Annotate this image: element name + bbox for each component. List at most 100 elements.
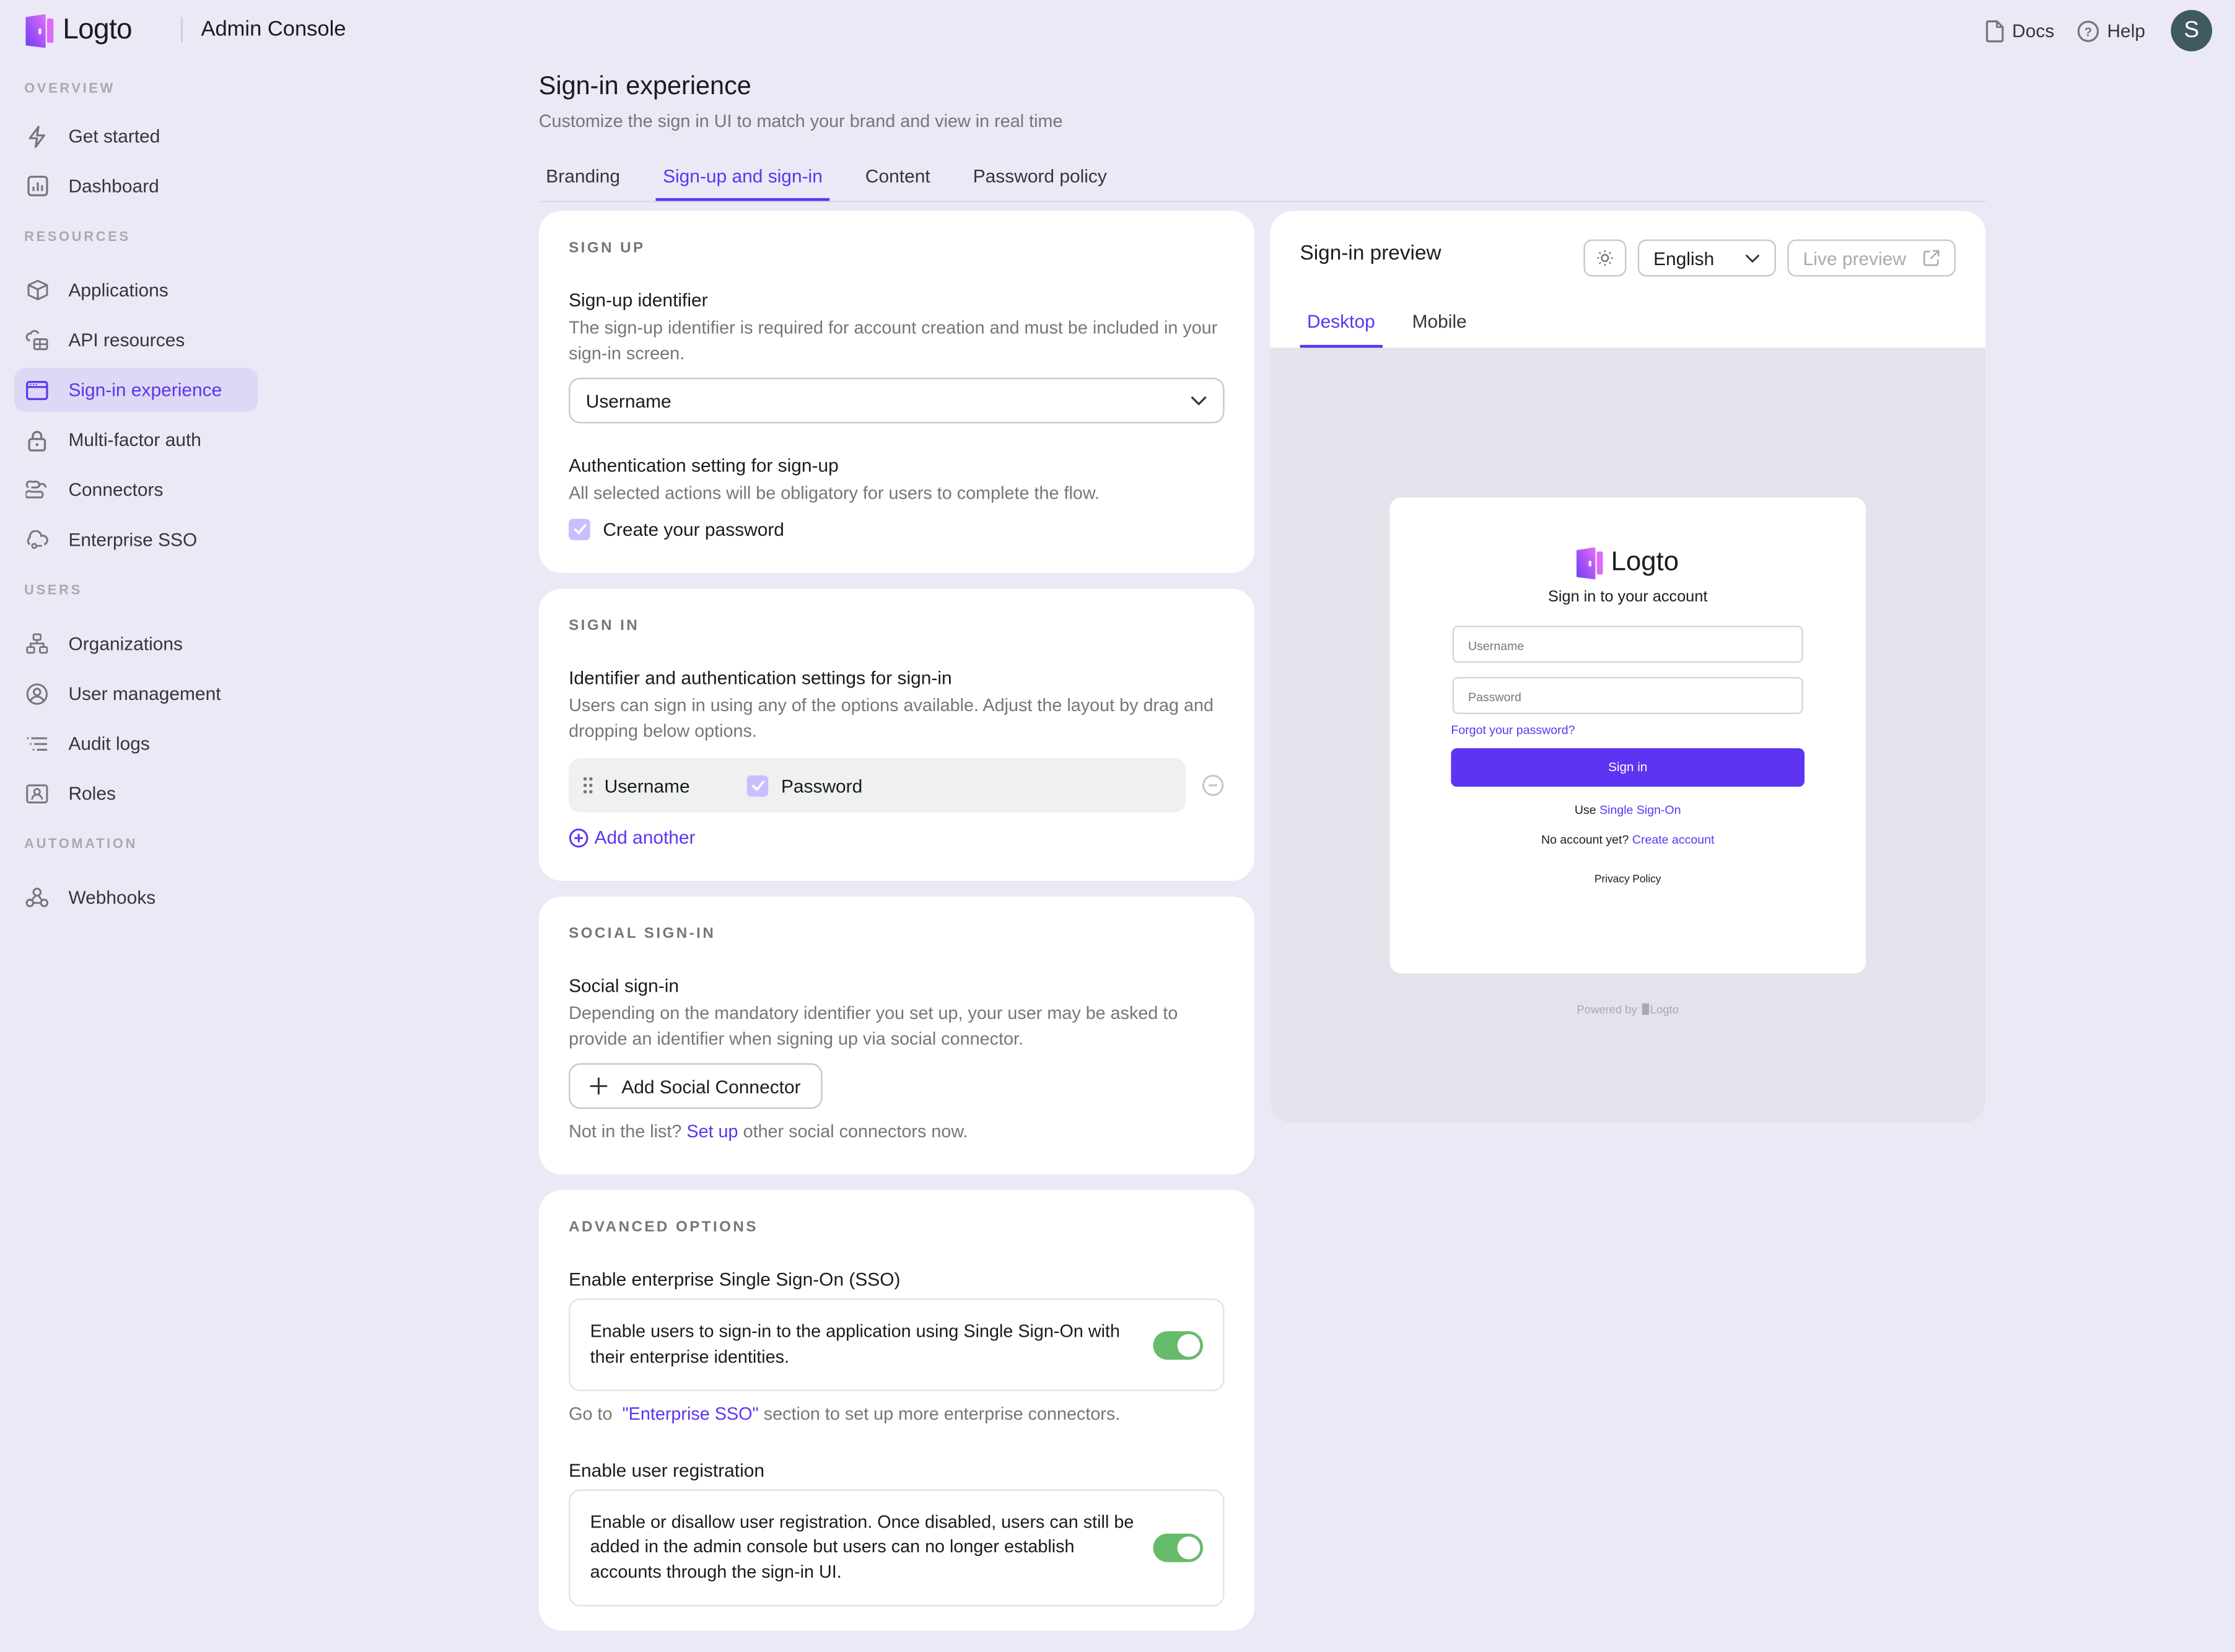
set-up-link[interactable]: Set up (686, 1122, 738, 1142)
sign-up-card: SIGN UP Sign-up identifier The sign-up i… (538, 211, 1254, 574)
sidebar-item-api-resources[interactable]: API resources (14, 318, 258, 362)
help-label: Help (2107, 20, 2146, 42)
user-circle-icon (25, 682, 48, 705)
preview-tab-mobile[interactable]: Mobile (1405, 311, 1474, 348)
sidebar-item-webhooks[interactable]: Webhooks (14, 875, 258, 919)
logo[interactable]: Logto (25, 13, 133, 49)
sidebar-item-enterprise-sso[interactable]: Enterprise SSO (14, 517, 258, 561)
sso-toggle[interactable] (1153, 1330, 1204, 1360)
plus-circle-icon (569, 828, 588, 847)
sign-in-heading: SIGN IN (569, 617, 640, 634)
preview-title: Sign-in preview (1300, 242, 1441, 265)
lock-icon (25, 428, 48, 451)
user-avatar[interactable]: S (2171, 10, 2213, 51)
sidebar-item-label: Audit logs (68, 732, 150, 754)
advanced-heading: ADVANCED OPTIONS (569, 1218, 758, 1236)
social-title: Social sign-in (569, 974, 680, 997)
page-header: Sign-in experience Customize the sign in… (538, 71, 1986, 203)
preview-privacy-policy-link[interactable]: Privacy Policy (1389, 872, 1866, 885)
sidebar-item-sign-in-experience[interactable]: Sign-in experience (14, 367, 258, 412)
sidebar-item-label: Get started (68, 125, 160, 147)
cloud-database-icon (25, 328, 48, 351)
sso-note-suffix: section to set up more enterprise connec… (763, 1404, 1121, 1424)
social-note: Not in the list? Set up other social con… (569, 1121, 1224, 1145)
id-badge-icon (25, 782, 48, 805)
sidebar-item-label: Webhooks (68, 886, 156, 908)
sidebar-item-multi-factor-auth[interactable]: Multi-factor auth (14, 417, 258, 461)
sidebar-item-label: Organizations (68, 632, 183, 655)
password-checkbox[interactable] (746, 774, 769, 797)
docs-link[interactable]: Docs (1985, 19, 2054, 42)
sign-up-identifier-title: Sign-up identifier (569, 289, 708, 311)
create-password-checkbox[interactable]: Create your password (569, 518, 1224, 540)
preview-tab-desktop[interactable]: Desktop (1300, 311, 1383, 348)
registration-title: Enable user registration (569, 1459, 765, 1480)
sign-up-identifier-desc: The sign-up identifier is required for a… (569, 318, 1218, 363)
preview-forgot-password-link[interactable]: Forgot your password? (1451, 723, 1804, 737)
box-icon (25, 279, 48, 302)
sidebar-item-label: Enterprise SSO (68, 528, 198, 551)
language-select[interactable]: English (1637, 239, 1777, 277)
webhook-icon (25, 886, 49, 909)
sign-in-settings-title: Identifier and authentication settings f… (569, 666, 952, 689)
sign-in-method-item[interactable]: Username Password (569, 758, 1186, 813)
chevron-down-icon (1745, 253, 1760, 263)
svg-text:?: ? (2084, 25, 2093, 39)
create-password-label: Create your password (603, 518, 784, 540)
registration-desc: Enable or disallow user registration. On… (590, 1511, 1134, 1581)
sidebar-section-overview: OVERVIEW (24, 81, 116, 97)
preview-form-title: Sign in to your account (1547, 588, 1708, 606)
preview-password-input[interactable]: Password (1452, 676, 1803, 714)
tab-password-policy[interactable]: Password policy (966, 154, 1114, 201)
live-preview-button[interactable]: Live preview (1787, 239, 1956, 277)
sidebar-item-label: Sign-in experience (68, 379, 222, 401)
sidebar-item-roles[interactable]: Roles (14, 771, 258, 815)
add-social-connector-button[interactable]: Add Social Connector (569, 1063, 823, 1109)
add-another-button[interactable]: Add another (569, 826, 1224, 849)
add-another-label: Add another (594, 826, 696, 849)
sidebar-item-user-management[interactable]: User management (14, 671, 258, 715)
add-social-connector-label: Add Social Connector (621, 1075, 801, 1097)
checkbox-checked-icon (569, 518, 590, 540)
preview-sign-in-card: Logto Sign in to your account Username P… (1389, 497, 1866, 974)
sidebar-item-label: Connectors (68, 479, 164, 500)
org-chart-icon (25, 632, 48, 655)
sidebar-item-get-started[interactable]: Get started (14, 114, 258, 158)
sun-icon (1597, 250, 1613, 266)
sidebar-item-dashboard[interactable]: Dashboard (14, 164, 258, 208)
sidebar: OVERVIEW Get started Dashboard RESOURCES… (0, 68, 285, 925)
tab-sign-up-and-sign-in[interactable]: Sign-up and sign-in (655, 154, 830, 201)
sidebar-item-organizations[interactable]: Organizations (14, 621, 258, 665)
sign-in-method-row: Username Password (569, 758, 1225, 813)
preview-canvas: Logto Sign in to your account Username P… (1270, 347, 1986, 1124)
list-icon (25, 732, 48, 755)
remove-method-icon[interactable] (1202, 774, 1225, 797)
preview-sign-in-button[interactable]: Sign in (1451, 748, 1805, 787)
sign-in-card: SIGN IN Identifier and authentication se… (538, 588, 1254, 881)
logo-icon (1577, 547, 1604, 580)
sidebar-item-applications[interactable]: Applications (14, 268, 258, 312)
sidebar-item-label: API resources (68, 329, 185, 351)
sidebar-item-label: Roles (68, 782, 116, 804)
preview-create-account-link[interactable]: Create account (1632, 833, 1715, 847)
page-tabs: Branding Sign-up and sign-in Content Pas… (538, 154, 1986, 203)
preview-username-input[interactable]: Username (1452, 626, 1803, 663)
tab-content[interactable]: Content (858, 154, 937, 201)
advanced-options-card: ADVANCED OPTIONS Enable enterprise Singl… (538, 1190, 1254, 1631)
live-preview-label: Live preview (1803, 247, 1907, 269)
tab-branding[interactable]: Branding (539, 154, 628, 201)
enterprise-sso-link[interactable]: "Enterprise SSO" (622, 1404, 758, 1423)
help-link[interactable]: ? Help (2077, 19, 2145, 42)
lightning-icon (25, 125, 48, 147)
sidebar-item-label: User management (68, 683, 221, 704)
drag-handle-icon[interactable] (583, 777, 593, 794)
registration-toggle-box: Enable or disallow user registration. On… (569, 1488, 1225, 1607)
preview-sso-link[interactable]: Single Sign-On (1599, 802, 1681, 816)
sign-up-identifier-select[interactable]: Username (569, 377, 1225, 424)
sidebar-item-audit-logs[interactable]: Audit logs (14, 721, 258, 765)
password-option-label: Password (781, 774, 863, 797)
registration-toggle[interactable] (1153, 1533, 1204, 1562)
sidebar-item-connectors[interactable]: Connectors (14, 468, 258, 512)
theme-toggle-button[interactable] (1583, 239, 1627, 277)
preview-brand: Logto (1611, 547, 1679, 577)
